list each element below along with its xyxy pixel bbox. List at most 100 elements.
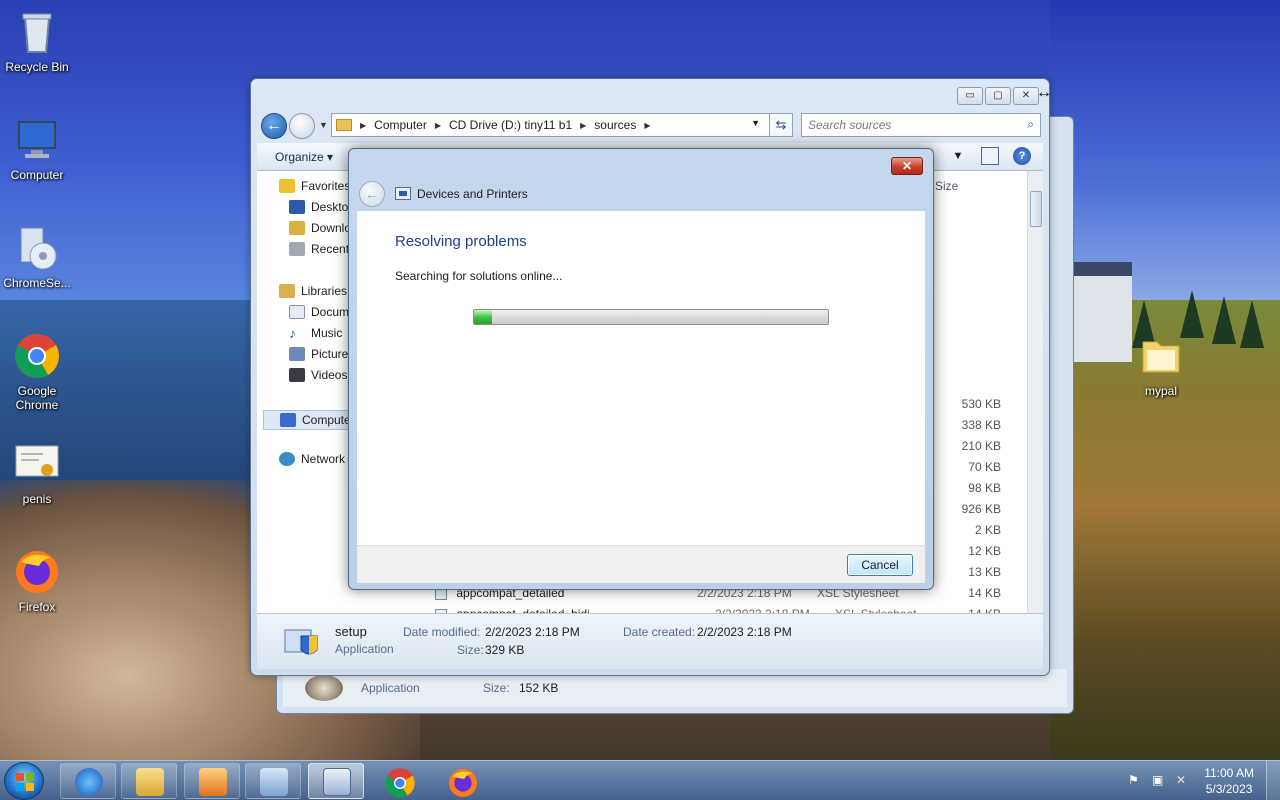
dialog-heading: Resolving problems xyxy=(395,233,527,250)
videos-icon xyxy=(289,368,305,382)
control-panel-icon xyxy=(260,768,288,796)
troubleshooter-dialog[interactable]: ✕ ← Devices and Printers Resolving probl… xyxy=(348,148,934,590)
desktop-icon-label: ChromeSe... xyxy=(3,276,71,290)
firefox-icon xyxy=(447,767,477,797)
date-created-value: 2/2/2023 2:18 PM xyxy=(697,625,792,639)
breadcrumb: ▶ Computer ▶ CD Drive (D:) tiny11 b1 ▶ s… xyxy=(358,118,658,132)
dialog-close-button[interactable]: ✕ xyxy=(891,157,923,175)
file-size: 70 KB xyxy=(968,460,1001,474)
taskbar: ⚑ ▣ ✕ 11:00 AM 5/3/2023 xyxy=(0,760,1280,800)
file-size: 98 KB xyxy=(968,481,1001,495)
view-options-dropdown[interactable]: ▼ xyxy=(949,147,967,165)
nav-recent[interactable]: Recent xyxy=(289,242,349,256)
back-button[interactable]: ← xyxy=(261,113,287,139)
search-input[interactable]: Search sources ⌕ xyxy=(801,113,1041,137)
wallpaper-tree xyxy=(1180,290,1204,338)
breadcrumb-computer[interactable]: Computer xyxy=(374,118,427,132)
nav-music[interactable]: ♪ Music xyxy=(289,326,342,340)
taskbar-media-player[interactable] xyxy=(184,763,240,799)
network-icon[interactable]: ▣ xyxy=(1152,773,1166,787)
dialog-footer: Cancel xyxy=(357,545,925,583)
address-bar[interactable]: ▶ Computer ▶ CD Drive (D:) tiny11 b1 ▶ s… xyxy=(331,113,793,137)
nav-videos[interactable]: Videos xyxy=(289,368,347,382)
recent-pages-dropdown[interactable]: ▼ xyxy=(319,120,328,130)
desktop-icon-label: penis xyxy=(22,492,52,506)
maximize-button[interactable]: ▢ xyxy=(985,87,1011,105)
computer-icon xyxy=(13,116,61,164)
address-dropdown[interactable]: ▼ xyxy=(751,118,760,128)
nav-desktop[interactable]: Desktop xyxy=(289,200,355,214)
desktop-icon-firefox[interactable]: Firefox xyxy=(0,548,74,614)
column-header-size[interactable]: Size xyxy=(935,179,958,193)
breadcrumb-sources[interactable]: sources xyxy=(594,118,636,132)
chrome-icon xyxy=(13,332,61,380)
nav-network[interactable]: Network xyxy=(279,452,345,466)
start-button[interactable] xyxy=(4,762,44,800)
action-center-flag-icon[interactable]: ⚑ xyxy=(1128,773,1142,787)
dialog-back-button[interactable]: ← xyxy=(359,181,385,207)
wallpaper-sky xyxy=(1050,0,1280,300)
breadcrumb-arrow-icon[interactable]: ▶ xyxy=(435,121,441,130)
search-icon[interactable]: ⌕ xyxy=(1027,117,1034,132)
details-pane: setup Application Date modified: 2/2/202… xyxy=(257,613,1043,669)
file-size: 14 KB xyxy=(968,586,1001,600)
vertical-scrollbar[interactable] xyxy=(1027,171,1043,615)
taskbar-troubleshooter[interactable] xyxy=(308,763,364,799)
nav-downloads[interactable]: Downlo xyxy=(289,221,351,235)
show-desktop-button[interactable] xyxy=(1266,761,1280,800)
nav-label: Docum xyxy=(311,305,350,319)
wallpaper-tree xyxy=(1212,296,1236,344)
file-size: 926 KB xyxy=(961,502,1001,516)
recycle-bin-icon xyxy=(13,8,61,56)
breadcrumb-arrow-icon[interactable]: ▶ xyxy=(580,121,586,130)
desktop-icon-certificate[interactable]: penis xyxy=(0,440,74,506)
nav-favorites[interactable]: Favorites xyxy=(279,179,350,193)
system-tray: ⚑ ▣ ✕ 11:00 AM 5/3/2023 xyxy=(1110,761,1280,800)
certificate-icon xyxy=(13,440,61,488)
desktop-icon-chromesetup[interactable]: ChromeSe... xyxy=(0,224,74,290)
desktop-icon-mypal[interactable]: mypal xyxy=(1124,332,1198,398)
scrollbar-thumb[interactable] xyxy=(1030,191,1042,227)
libraries-icon xyxy=(279,284,295,298)
cancel-button[interactable]: Cancel xyxy=(847,554,913,576)
desktop-icon-label: Firefox xyxy=(18,600,56,614)
details-file-type: Application xyxy=(335,642,394,656)
date-modified-label: Date modified: xyxy=(403,625,481,639)
back-details-size: 152 KB xyxy=(519,681,559,695)
media-player-icon xyxy=(199,768,227,796)
nav-label: Videos xyxy=(311,368,348,382)
wallpaper-tree xyxy=(1240,300,1264,348)
desktop-icon-recycle-bin[interactable]: Recycle Bin xyxy=(0,8,74,74)
taskbar-chrome[interactable] xyxy=(371,763,427,799)
desktop-icon-computer[interactable]: Computer xyxy=(0,116,74,182)
organize-button[interactable]: Organize ▾ xyxy=(275,150,333,164)
music-icon: ♪ xyxy=(289,325,296,341)
taskbar-file-explorer[interactable] xyxy=(121,763,177,799)
nav-libraries[interactable]: Libraries xyxy=(279,284,347,298)
breadcrumb-arrow-icon[interactable]: ▶ xyxy=(360,121,366,130)
file-size: 530 KB xyxy=(961,397,1001,411)
clock[interactable]: 11:00 AM 5/3/2023 xyxy=(1204,765,1254,797)
taskbar-internet-explorer[interactable] xyxy=(60,763,116,799)
help-icon[interactable]: ? xyxy=(1013,147,1031,165)
caption-buttons: ▭ ▢ ✕ xyxy=(955,87,1039,105)
file-size: 210 KB xyxy=(961,439,1001,453)
documents-icon xyxy=(289,305,305,319)
desktop-icon-google-chrome[interactable]: Google Chrome xyxy=(0,332,74,412)
breadcrumb-arrow-icon[interactable]: ▶ xyxy=(644,121,650,130)
nav-label: Downlo xyxy=(311,221,352,235)
preview-pane-icon[interactable] xyxy=(981,147,999,165)
resize-cursor-icon: ↔ xyxy=(1036,84,1052,101)
breadcrumb-cd-drive[interactable]: CD Drive (D:) tiny11 b1 xyxy=(449,118,572,132)
nav-pictures[interactable]: Pictures xyxy=(289,347,354,361)
size-value: 329 KB xyxy=(485,643,525,657)
taskbar-firefox[interactable] xyxy=(434,763,490,799)
volume-muted-icon[interactable]: ✕ xyxy=(1176,773,1190,787)
minimize-button[interactable]: ▭ xyxy=(957,87,983,105)
toolbar-right: ▼ ? xyxy=(935,147,1031,165)
nav-documents[interactable]: Docum xyxy=(289,305,349,319)
forward-button[interactable] xyxy=(289,113,315,139)
taskbar-control-panel[interactable] xyxy=(245,763,301,799)
refresh-button[interactable]: ⇆ xyxy=(769,113,793,137)
recent-places-icon xyxy=(289,242,305,256)
